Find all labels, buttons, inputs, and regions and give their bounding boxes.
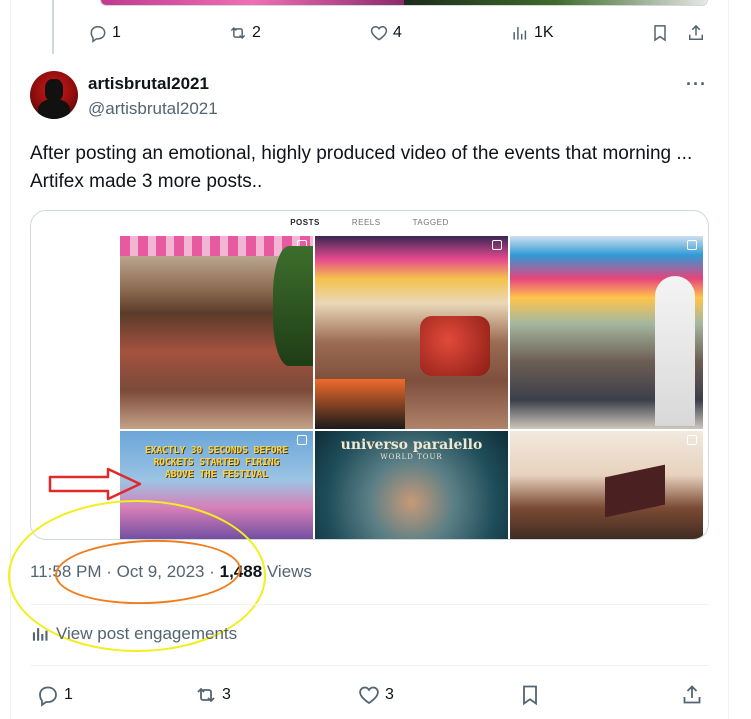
previous-media-left — [101, 0, 404, 5]
caption-line-1: EXACTLY 30 SECONDS BEFORE — [145, 445, 288, 456]
views-count: 1K — [534, 24, 554, 41]
ig-tab-posts: POSTS — [290, 217, 320, 227]
analytics-icon — [32, 628, 48, 641]
like-count: 4 — [393, 24, 402, 41]
avatar-figure-body — [38, 99, 70, 119]
share-icon — [689, 24, 703, 40]
display-name[interactable]: artisbrutal2021 — [88, 74, 209, 94]
previous-tweet-media[interactable] — [100, 0, 708, 6]
repost-icon — [230, 26, 246, 40]
share-button[interactable] — [686, 23, 706, 43]
like-count: 3 — [385, 686, 394, 703]
repost-icon — [197, 687, 215, 703]
reply-icon — [90, 26, 106, 43]
ig-tab-reels: REELS — [351, 217, 381, 227]
poster-title: universo paralello WORLD TOUR — [315, 437, 508, 461]
views-label: Views — [262, 562, 312, 581]
repost-count: 3 — [222, 686, 231, 703]
avatar[interactable] — [30, 71, 78, 119]
more-options-button[interactable]: ··· — [686, 74, 707, 95]
engagements-label: View post engagements — [56, 624, 238, 643]
repost-button[interactable]: 2 — [228, 23, 261, 43]
reel-icon — [687, 240, 697, 250]
grid-post-poster: universo paralello WORLD TOUR — [315, 431, 508, 539]
repost-button[interactable]: 3 — [194, 683, 231, 707]
grid-post-crowd-canopy — [510, 236, 703, 429]
bookmark-button[interactable] — [650, 23, 670, 43]
user-handle[interactable]: @artisbrutal2021 — [88, 99, 218, 119]
instagram-post-grid: EXACTLY 30 SECONDS BEFORE ROCKETS STARTE… — [120, 236, 703, 539]
reel-icon — [297, 240, 307, 250]
grid-caption-text: EXACTLY 30 SECONDS BEFORE ROCKETS STARTE… — [120, 445, 313, 481]
analytics-icon — [513, 27, 527, 40]
share-icon — [683, 685, 701, 704]
grid-post-crowd-stage — [120, 236, 313, 429]
heart-icon — [359, 686, 379, 705]
grid-post-dj — [510, 431, 703, 539]
view-engagements-link[interactable]: View post engagements — [30, 624, 237, 644]
divider — [30, 665, 709, 666]
divider — [30, 604, 709, 605]
reel-icon — [492, 240, 502, 250]
like-button[interactable]: 3 — [357, 683, 394, 707]
red-arrow-annotation — [48, 467, 142, 501]
reel-icon — [687, 435, 697, 445]
previous-media-right — [404, 0, 707, 5]
views-button[interactable]: 1K — [510, 23, 554, 43]
reply-count: 1 — [64, 686, 73, 703]
poster-title-text: universo paralello — [340, 437, 483, 453]
timeline-right-border — [728, 0, 729, 719]
reply-count: 1 — [112, 24, 121, 41]
caption-line-2: ROCKETS STARTED FIRING — [153, 457, 280, 468]
repost-count: 2 — [252, 24, 261, 41]
instagram-profile-tabs: POSTS REELS TAGGED — [31, 211, 708, 233]
bookmark-icon — [523, 685, 537, 706]
thread-connector-line — [52, 0, 54, 54]
heart-icon — [370, 25, 388, 41]
bookmark-button[interactable] — [518, 683, 542, 707]
ig-tab-tagged: TAGGED — [412, 217, 449, 227]
grid-post-crowd-speaker — [315, 236, 508, 429]
bookmark-icon — [654, 25, 666, 42]
timeline-left-border — [10, 0, 11, 719]
avatar-figure-head — [45, 79, 63, 101]
reply-icon — [39, 686, 57, 707]
caption-line-3: ABOVE THE FESTIVAL — [165, 469, 268, 480]
like-button[interactable]: 4 — [369, 23, 402, 43]
reply-button[interactable]: 1 — [36, 683, 73, 707]
tweet-text: After posting an emotional, highly produ… — [30, 143, 693, 192]
reel-icon — [297, 435, 307, 445]
poster-subtitle: WORLD TOUR — [380, 453, 443, 461]
share-button[interactable] — [680, 683, 704, 707]
reply-button[interactable]: 1 — [88, 23, 121, 43]
